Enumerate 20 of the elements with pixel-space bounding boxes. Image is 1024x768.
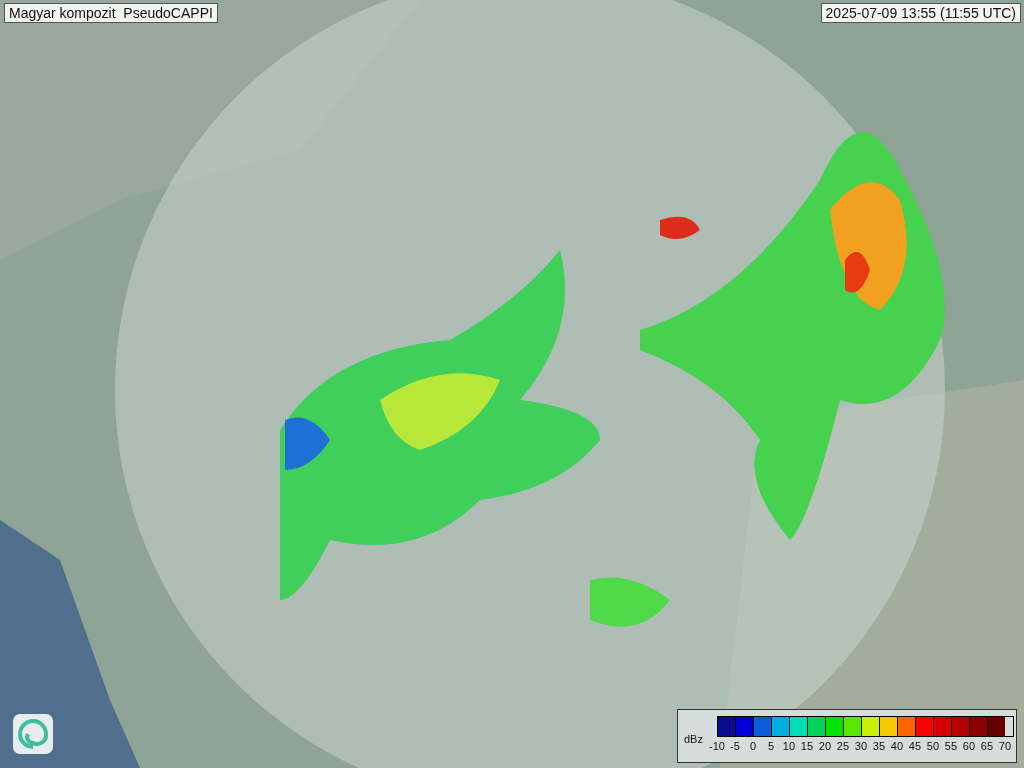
tick-label: 0 — [748, 740, 758, 752]
timestamp: 2025-07-09 13:55 (11:55 UTC) — [820, 3, 1021, 23]
tick-label: 10 — [781, 740, 797, 752]
tick-label: 5 — [766, 740, 776, 752]
tick-label: 45 — [907, 740, 923, 752]
tick-label: 60 — [961, 740, 977, 752]
tick-label: 25 — [835, 740, 851, 752]
tick-label: 40 — [889, 740, 905, 752]
tick-label: 50 — [925, 740, 941, 752]
tick-label: -10 — [708, 740, 726, 752]
tick-label: 70 — [997, 740, 1013, 752]
unit-label: dBz — [684, 733, 703, 745]
tick-label: 65 — [979, 740, 995, 752]
tick-label: 15 — [799, 740, 815, 752]
tick-label: 35 — [871, 740, 887, 752]
tick-label: 20 — [817, 740, 833, 752]
tick-label: 30 — [853, 740, 869, 752]
tick-label: 55 — [943, 740, 959, 752]
tick-label: -5 — [729, 740, 741, 752]
map-title: Magyar kompozit PseudoCAPPI — [4, 3, 218, 23]
